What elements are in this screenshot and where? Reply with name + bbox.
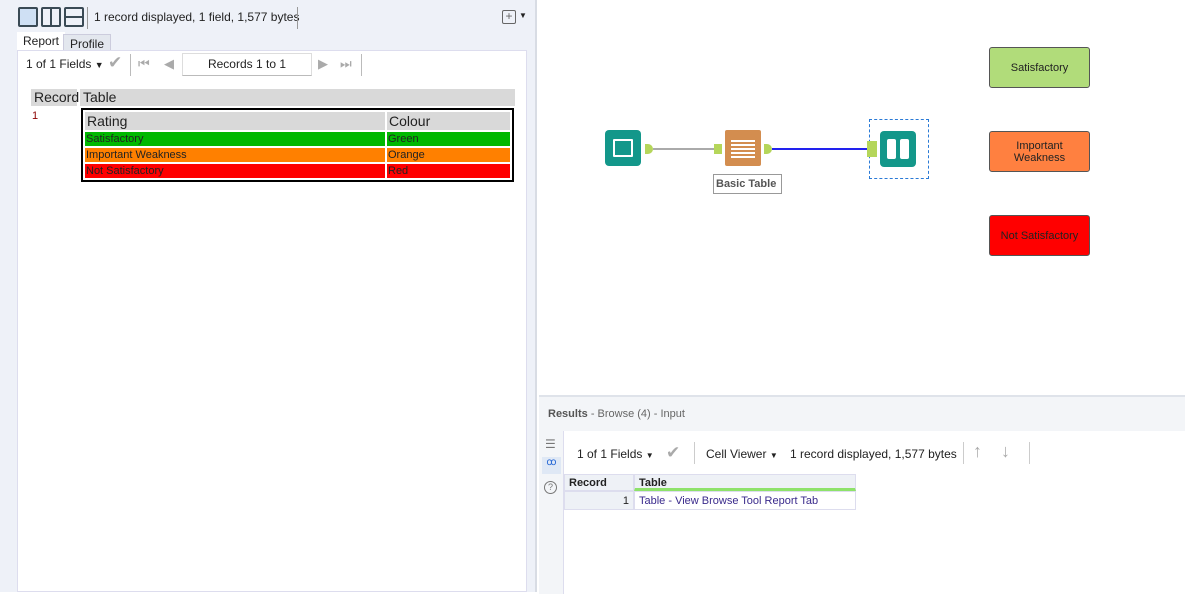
results-panel: Results - Browse (4) - Input ☰ ꝏ ? 1 of … [539, 395, 1185, 594]
rating-cell: Not Satisfactory [86, 165, 164, 177]
list-icon[interactable]: ☰ [545, 437, 556, 451]
fields-dropdown[interactable]: 1 of 1 Fields ▼ [26, 57, 104, 71]
table-row: Not Satisfactory Red [85, 164, 510, 178]
arrow-up-icon[interactable]: ↑ [973, 441, 982, 462]
input-anchor[interactable] [867, 141, 877, 157]
records-range: Records 1 to 1 [182, 53, 312, 76]
prev-record-icon[interactable]: ◀ [164, 56, 174, 72]
check-icon[interactable]: ✔ [666, 443, 680, 463]
connection-line [653, 148, 715, 150]
next-record-icon[interactable]: ▶ [318, 56, 328, 72]
basic-table-tool-icon[interactable] [725, 130, 761, 166]
table-cell[interactable]: Table - View Browse Tool Report Tab [634, 491, 856, 510]
input-anchor[interactable] [714, 144, 722, 154]
report-table: Rating Colour Satisfactory Green Important… [81, 108, 514, 182]
column-header-record: Record [31, 89, 79, 106]
connection-line [772, 148, 867, 150]
check-icon[interactable]: ✔ [108, 53, 122, 73]
colour-cell: Red [388, 165, 409, 177]
report-view: 1 of 1 Fields ▼ ✔ ⏮ ◀ Records 1 to 1 ▶ ⏭… [17, 50, 527, 592]
arrow-down-icon[interactable]: ↓ [1001, 441, 1010, 462]
output-anchor[interactable] [764, 144, 772, 154]
colour-cell: Orange [388, 149, 425, 161]
column-header-table: Table [80, 89, 515, 106]
add-icon[interactable]: + [502, 10, 516, 24]
input-tool-book-icon[interactable] [605, 130, 641, 166]
binoculars-icon[interactable]: ꝏ [542, 457, 561, 474]
fields-label: 1 of 1 Fields [577, 447, 643, 461]
chevron-down-icon[interactable]: ▼ [519, 11, 527, 20]
sticky-note[interactable]: Important Weakness [989, 131, 1090, 172]
cell-viewer-dropdown[interactable]: Cell Viewer ▼ [706, 447, 778, 461]
status-text: 1 record displayed, 1 field, 1,577 bytes [94, 10, 300, 24]
results-sidebar: ☰ ꝏ ? [539, 431, 564, 594]
record-cell: 1 [564, 491, 634, 510]
record-number: 1 [32, 110, 39, 122]
table-row: Satisfactory Green [85, 132, 510, 146]
viewer-label: Cell Viewer [706, 447, 767, 461]
rating-cell: Important Weakness [86, 149, 187, 161]
colour-cell: Green [388, 133, 419, 145]
first-record-icon[interactable]: ⏮ [138, 56, 150, 72]
rating-cell: Satisfactory [86, 133, 144, 145]
browse-panel: 1 record displayed, 1 field, 1,577 bytes… [0, 0, 537, 592]
column-header-record[interactable]: Record [564, 474, 634, 491]
results-title: Results [548, 408, 588, 420]
results-header: Results - Browse (4) - Input [539, 397, 1185, 431]
sticky-note[interactable]: Not Satisfactory [989, 215, 1090, 256]
fields-dropdown[interactable]: 1 of 1 Fields ▼ [577, 447, 654, 461]
tab-report[interactable]: Report [17, 32, 66, 51]
single-view-button[interactable] [18, 7, 38, 27]
column-header-table[interactable]: Table [634, 474, 856, 491]
browse-tool-binoculars-icon[interactable] [880, 131, 916, 167]
results-subtitle: - Browse (4) - Input [590, 408, 685, 420]
fields-label: 1 of 1 Fields [26, 57, 92, 71]
sticky-note[interactable]: Satisfactory [989, 47, 1090, 88]
table-row: Important Weakness Orange [85, 148, 510, 162]
table-header-rating: Rating [85, 112, 385, 130]
output-anchor[interactable] [645, 144, 653, 154]
help-icon[interactable]: ? [544, 481, 557, 494]
split-horizontal-button[interactable] [64, 7, 84, 27]
last-record-icon[interactable]: ⏭ [340, 56, 352, 72]
results-status: 1 record displayed, 1,577 bytes [790, 447, 957, 461]
split-vertical-button[interactable] [41, 7, 61, 27]
tool-label: Basic Table [713, 174, 782, 194]
table-header-colour: Colour [387, 112, 510, 130]
